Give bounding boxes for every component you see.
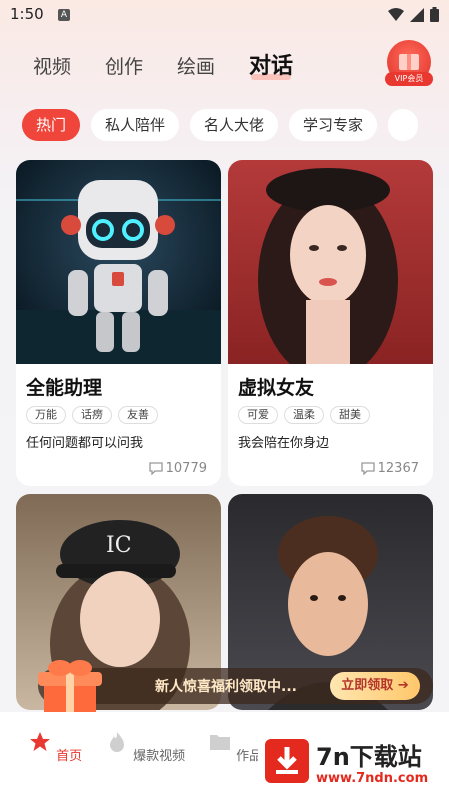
robot-avatar-image bbox=[16, 160, 221, 364]
wifi-icon bbox=[388, 7, 404, 21]
watermark: 7n下载站 www.7ndn.com bbox=[258, 733, 448, 793]
chat-count-value: 12367 bbox=[377, 461, 419, 476]
signal-icon bbox=[410, 7, 424, 22]
arrow-right-icon: ➔ bbox=[397, 678, 409, 693]
nav-works[interactable]: 作品 bbox=[208, 730, 262, 764]
status-time: 1:50 bbox=[10, 5, 44, 23]
nav-hot-videos[interactable]: 爆款视频 bbox=[105, 730, 185, 764]
nav-home[interactable]: 首页 bbox=[28, 730, 82, 764]
tab-video[interactable]: 视频 bbox=[33, 52, 71, 82]
chat-bubble-icon bbox=[148, 462, 163, 475]
card-title: 全能助理 bbox=[26, 377, 103, 399]
chat-count: 12367 bbox=[360, 461, 419, 476]
category-chips: 热门 私人陪伴 名人大佬 学习专家 bbox=[22, 109, 419, 141]
watermark-title: 7n下载站 bbox=[316, 743, 422, 771]
tag: 话痨 bbox=[72, 406, 112, 424]
chat-bubble-icon bbox=[360, 462, 375, 475]
chip-more[interactable] bbox=[388, 109, 419, 141]
chat-count: 10779 bbox=[148, 461, 207, 476]
claim-now-button[interactable]: 立即领取 ➔ bbox=[330, 672, 420, 700]
girl-avatar-image bbox=[228, 160, 433, 364]
chip-hot[interactable]: 热门 bbox=[22, 109, 81, 141]
character-card-assistant[interactable]: 全能助理 万能 话痨 友善 任何问题都可以问我 10779 bbox=[16, 160, 221, 486]
notification-icon: A bbox=[58, 9, 70, 21]
tag: 友善 bbox=[118, 406, 158, 424]
card-tags: 可爱 温柔 甜美 bbox=[238, 406, 423, 424]
card-tags: 万能 话痨 友善 bbox=[26, 406, 211, 424]
nav-hot-videos-label: 爆款视频 bbox=[133, 749, 186, 764]
tab-create[interactable]: 创作 bbox=[105, 52, 143, 82]
chip-study-expert[interactable]: 学习专家 bbox=[289, 109, 378, 141]
folder-icon bbox=[210, 735, 230, 750]
tab-draw[interactable]: 绘画 bbox=[177, 52, 215, 82]
status-bar: 1:50 A bbox=[0, 0, 449, 30]
nav-home-label: 首页 bbox=[56, 749, 83, 764]
tag: 可爱 bbox=[238, 406, 278, 424]
tab-chat[interactable]: 对话 bbox=[249, 52, 293, 82]
download-logo-icon bbox=[265, 739, 309, 783]
card-description: 我会陪在你身边 bbox=[238, 436, 330, 451]
promo-banner[interactable]: 新人惊喜福利领取中... 立即领取 ➔ bbox=[0, 658, 449, 718]
character-card-virtual-girlfriend[interactable]: 虚拟女友 可爱 温柔 甜美 我会陪在你身边 12367 bbox=[228, 160, 433, 486]
vip-label: VIP会员 bbox=[385, 72, 433, 86]
flame-icon bbox=[110, 732, 124, 752]
gift-box-icon bbox=[30, 658, 118, 718]
chip-companion[interactable]: 私人陪伴 bbox=[91, 109, 180, 141]
card-title: 虚拟女友 bbox=[238, 377, 315, 399]
system-icons bbox=[388, 7, 439, 22]
promo-text: 新人惊喜福利领取中... bbox=[155, 679, 297, 695]
battery-icon bbox=[430, 7, 439, 22]
tag: 万能 bbox=[26, 406, 66, 424]
tag: 温柔 bbox=[284, 406, 324, 424]
chip-celebrity[interactable]: 名人大佬 bbox=[190, 109, 279, 141]
tag: 甜美 bbox=[330, 406, 370, 424]
watermark-url: www.7ndn.com bbox=[316, 771, 429, 786]
svg-text:IC: IC bbox=[106, 533, 132, 558]
home-star-icon bbox=[30, 732, 50, 751]
top-tabs: 视频 创作 绘画 对话 bbox=[33, 52, 327, 82]
chat-count-value: 10779 bbox=[165, 461, 207, 476]
claim-now-label: 立即领取 bbox=[341, 678, 394, 693]
vip-button[interactable]: VIP会员 bbox=[385, 40, 433, 88]
card-description: 任何问题都可以问我 bbox=[26, 436, 144, 451]
